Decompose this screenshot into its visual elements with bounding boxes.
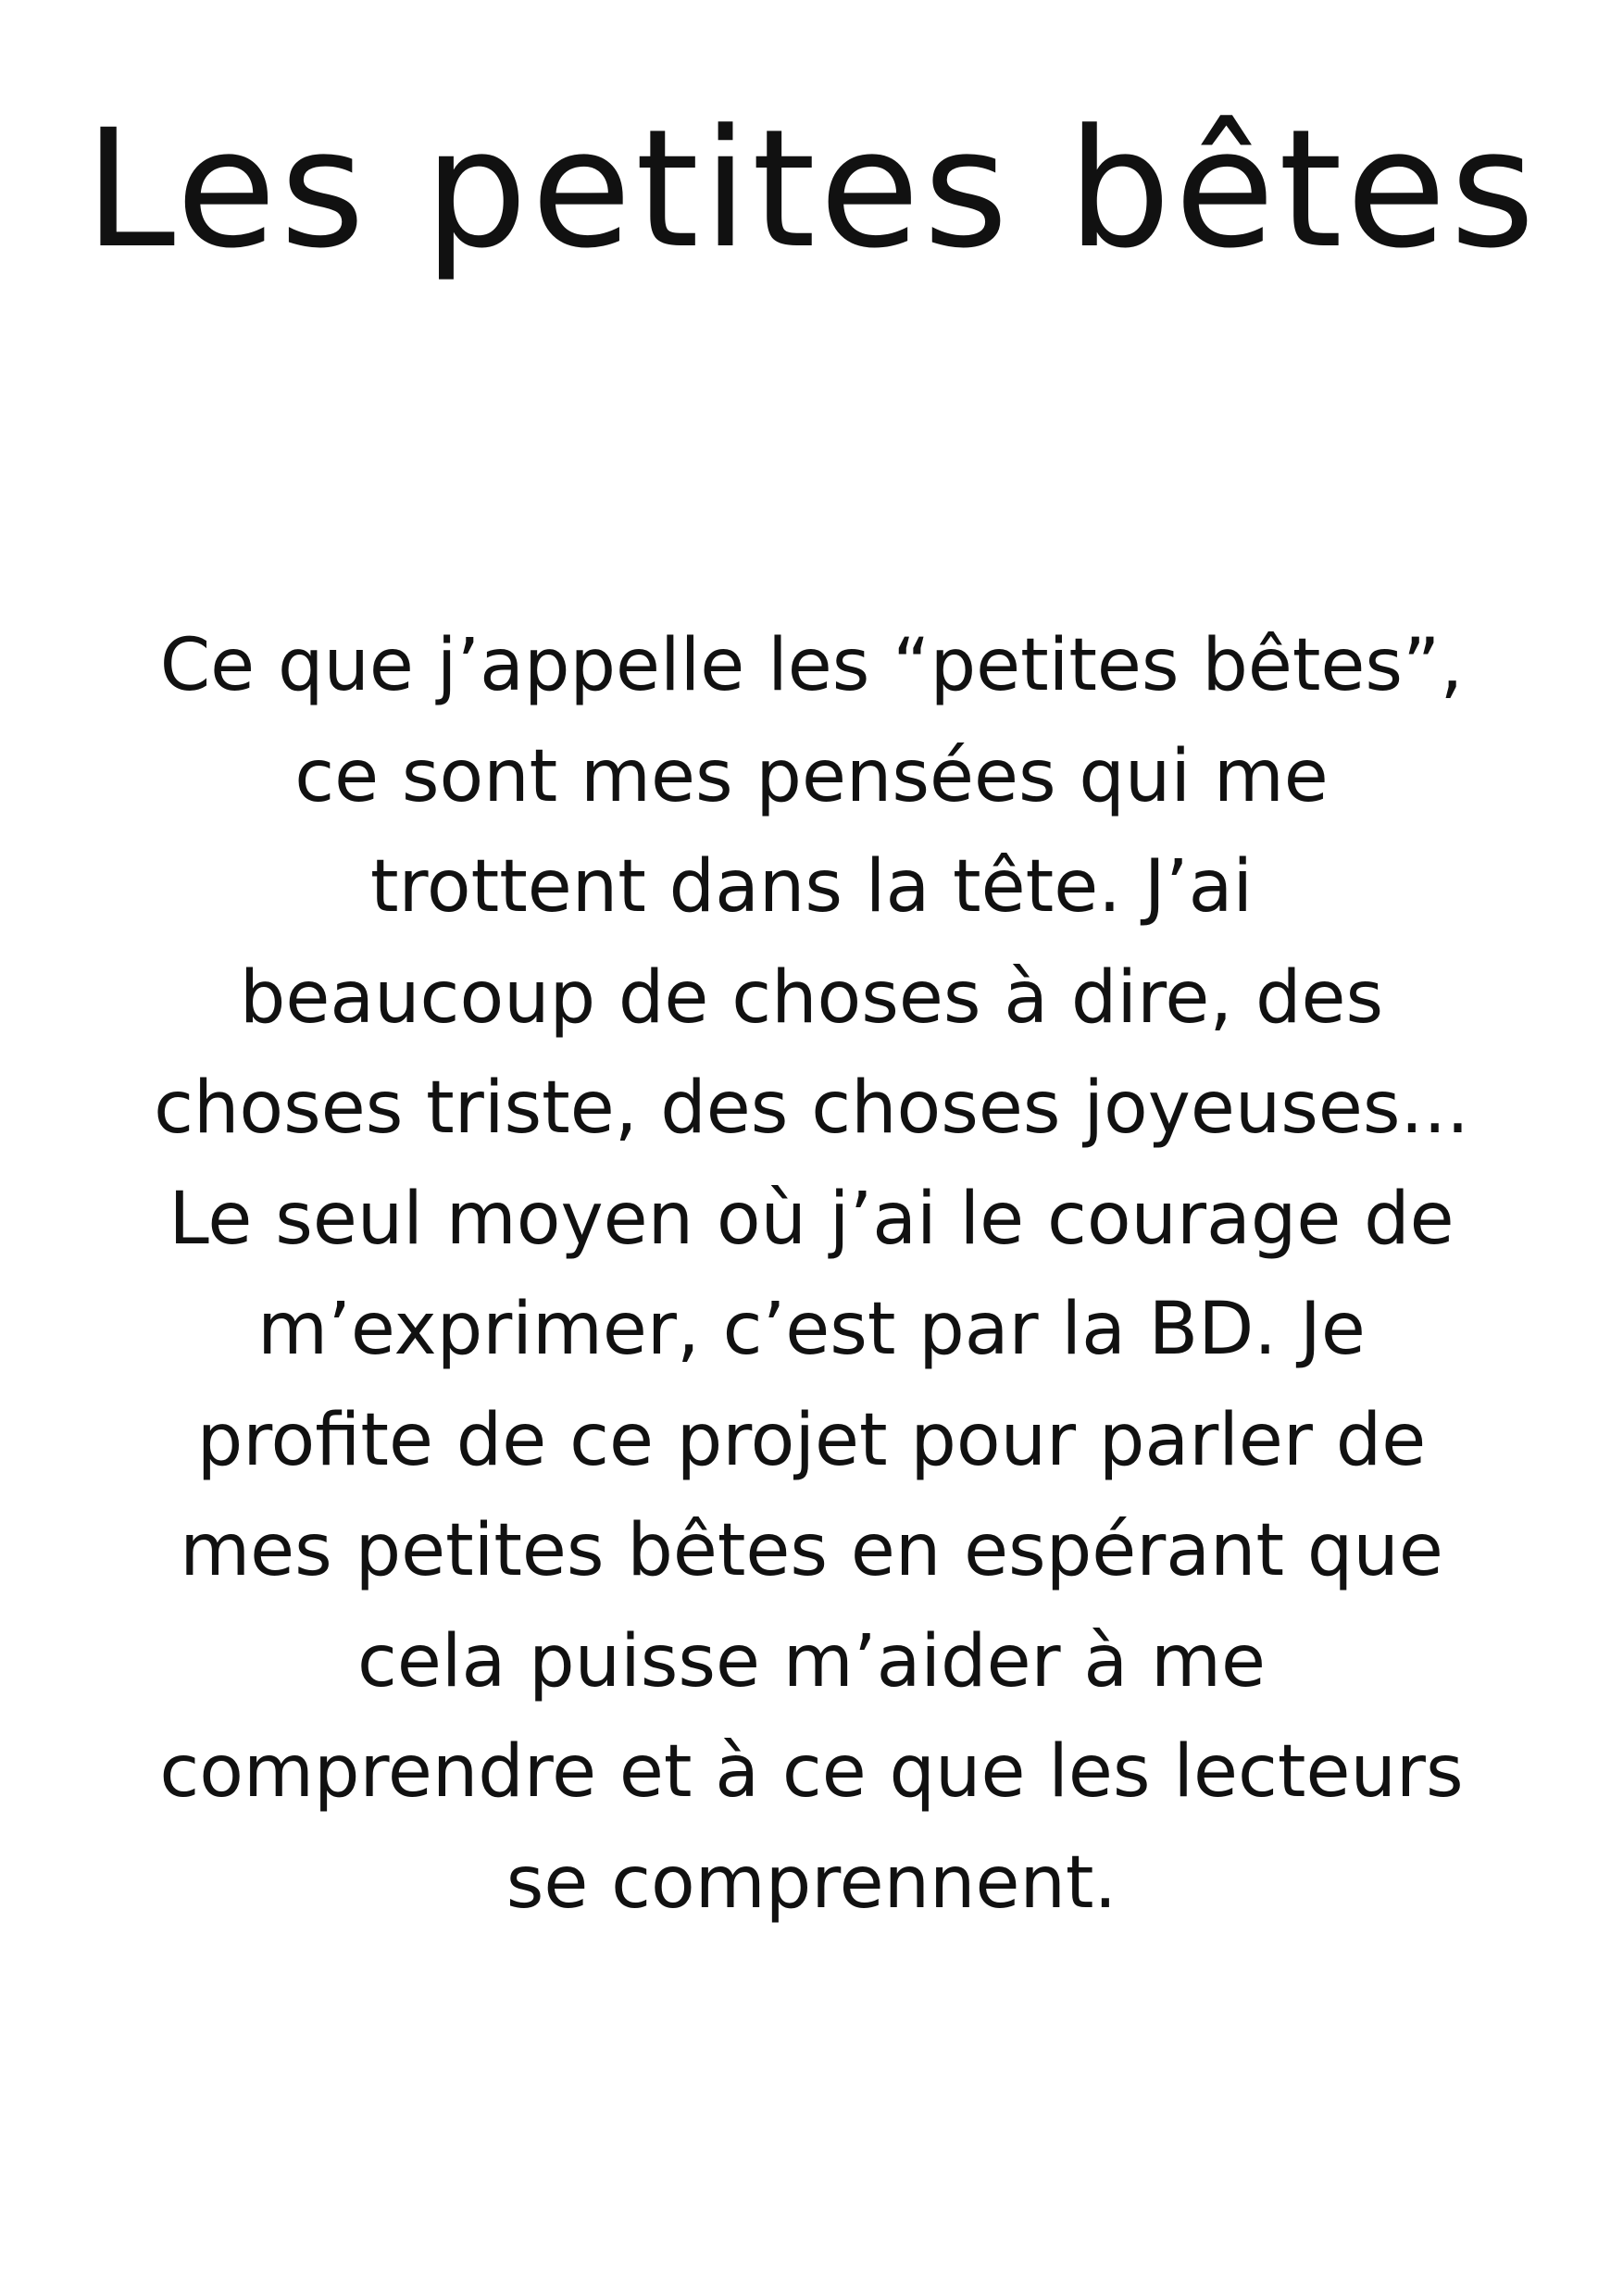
paragraph-line: Le seul moyen où j’ai le courage de bbox=[169, 1177, 1454, 1261]
paragraph-line: cela puisse m’aider à me bbox=[357, 1619, 1266, 1703]
paragraph-line: mes petites bêtes en espérant que bbox=[180, 1509, 1443, 1592]
paragraph-line: se comprennent. bbox=[506, 1841, 1117, 1925]
paragraph-line: ce sont mes pensées qui me bbox=[294, 734, 1329, 818]
paragraph-line: trottent dans la tête. J’ai bbox=[369, 845, 1254, 929]
paragraph-line: Ce que j’appelle les “petites bêtes”, bbox=[159, 624, 1464, 707]
page: Les petites bêtes Ce que j’appelle les “… bbox=[0, 0, 1623, 2296]
intro-paragraph: Ce que j’appelle les “petites bêtes”, ce… bbox=[111, 611, 1512, 1939]
paragraph-line: beaucoup de choses à dire, des bbox=[239, 955, 1384, 1040]
page-title: Les petites bêtes bbox=[84, 94, 1539, 284]
paragraph-line: profite de ce projet pour parler de bbox=[196, 1398, 1427, 1482]
paragraph-line: m’exprimer, c’est par la BD. Je bbox=[257, 1288, 1366, 1371]
paragraph-line: choses triste, des choses joyeuses... bbox=[154, 1067, 1469, 1150]
paragraph-line: comprendre et à ce que les lecteurs bbox=[159, 1730, 1464, 1814]
